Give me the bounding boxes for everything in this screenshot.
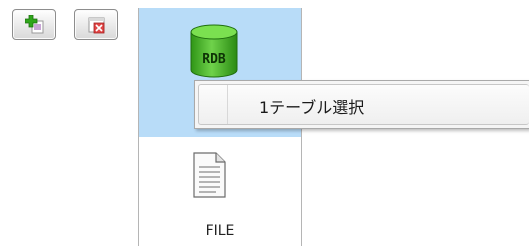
file-document-icon — [193, 152, 226, 198]
menu-item-select-one-table[interactable]: 1テーブル選択 — [198, 84, 529, 125]
add-plus-icon — [25, 15, 44, 34]
context-menu: 1テーブル選択 — [194, 80, 529, 129]
menu-item-label: 1テーブル選択 — [259, 98, 365, 117]
menu-icon-gutter — [199, 85, 228, 124]
add-button[interactable] — [12, 9, 56, 40]
delete-x-icon — [88, 17, 105, 34]
rdb-database-icon: RDB — [190, 24, 238, 78]
rdb-icon-label: RDB — [202, 52, 226, 67]
file-source-item[interactable]: FILE — [139, 139, 301, 246]
file-item-label: FILE — [205, 223, 235, 239]
delete-button[interactable] — [74, 9, 118, 40]
